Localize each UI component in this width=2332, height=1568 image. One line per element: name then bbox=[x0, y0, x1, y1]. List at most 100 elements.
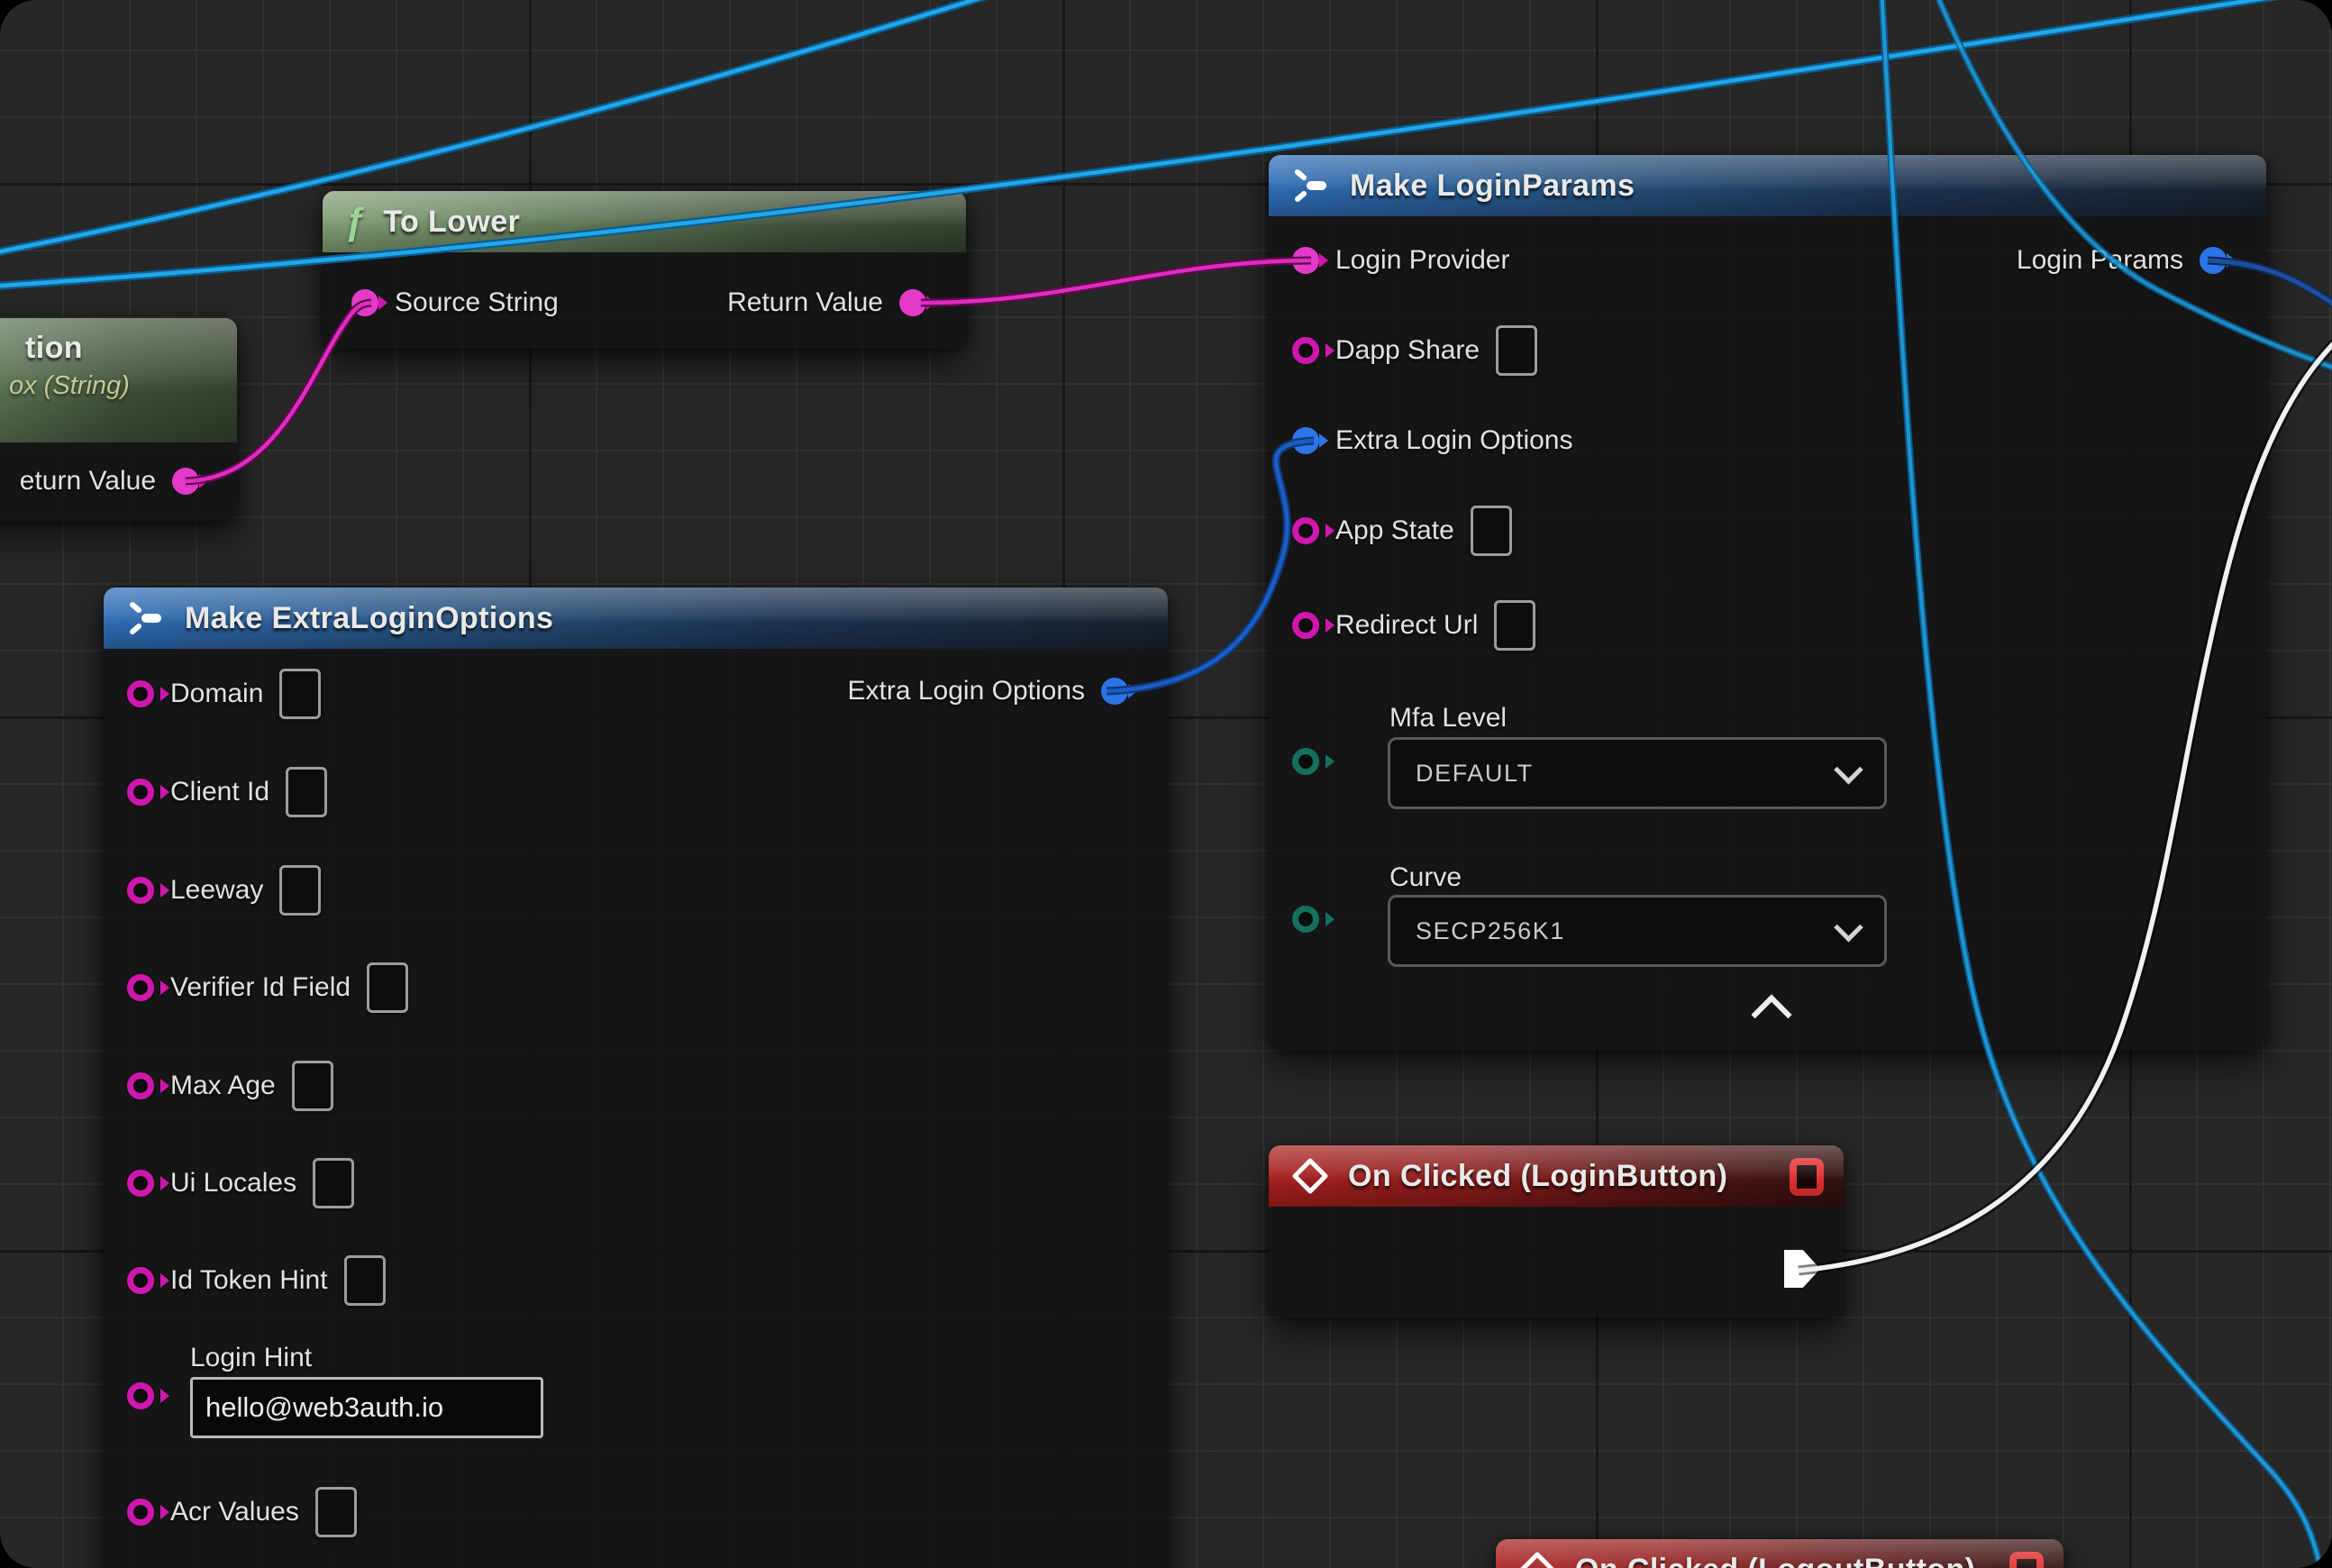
pin-label: Login Params bbox=[2017, 245, 2183, 276]
value-box[interactable] bbox=[344, 1255, 386, 1306]
exec-output-pin[interactable] bbox=[1784, 1250, 1820, 1288]
function-f-icon: ƒ bbox=[344, 203, 365, 241]
node-header[interactable]: ƒ To Lower bbox=[323, 191, 966, 252]
node-on-clicked-login-button[interactable]: On Clicked (LoginButton) bbox=[1269, 1145, 1844, 1317]
event-diamond-icon bbox=[1290, 1156, 1330, 1196]
pin-row-ui-locales: Ui Locales bbox=[127, 1156, 354, 1210]
value-box[interactable] bbox=[313, 1158, 354, 1208]
pin-row-return-value: eturn Value bbox=[20, 454, 199, 508]
pin-label: Dapp Share bbox=[1335, 335, 1480, 366]
node-get-selected-option[interactable]: tion ox (String) eturn Value bbox=[0, 318, 237, 521]
pin-row-domain: Domain bbox=[127, 667, 321, 721]
value-box[interactable] bbox=[1494, 600, 1535, 651]
node-subtitle-fragment: ox (String) bbox=[0, 371, 130, 401]
node-header[interactable]: Make ExtraLoginOptions bbox=[104, 588, 1168, 649]
string-input-pin[interactable] bbox=[127, 1382, 154, 1409]
pin-row-extra-login-options-in: Extra Login Options bbox=[1292, 414, 1572, 468]
string-input-pin[interactable] bbox=[351, 289, 378, 316]
value-box[interactable] bbox=[1496, 325, 1537, 376]
pin-label: Id Token Hint bbox=[170, 1265, 328, 1296]
chevron-down-icon bbox=[1834, 754, 1863, 784]
wire-string-tolower-to-provider bbox=[921, 260, 1311, 303]
string-input-pin[interactable] bbox=[127, 877, 154, 904]
node-title: Make ExtraLoginOptions bbox=[185, 601, 553, 636]
pin-label: Verifier Id Field bbox=[170, 972, 351, 1003]
pin-label: Source String bbox=[395, 287, 559, 318]
node-make-login-params[interactable]: Make LoginParams Login Provider Dapp Sha… bbox=[1269, 155, 2266, 1050]
pin-label: Client Id bbox=[170, 777, 269, 807]
object-output-pin[interactable] bbox=[1101, 678, 1128, 705]
pin-row-max-age: Max Age bbox=[127, 1059, 333, 1113]
node-header[interactable]: On Clicked (LogoutButton) bbox=[1496, 1539, 2063, 1568]
value-box[interactable] bbox=[286, 767, 327, 817]
string-input-pin[interactable] bbox=[1292, 517, 1319, 544]
curve-dropdown[interactable]: SECP256K1 bbox=[1388, 895, 1887, 967]
pin-label: Extra Login Options bbox=[848, 676, 1085, 707]
value-box[interactable] bbox=[279, 669, 321, 719]
pin-label: Acr Values bbox=[170, 1497, 299, 1527]
node-to-lower[interactable]: ƒ To Lower Source String Return Value bbox=[323, 191, 966, 349]
string-input-pin[interactable] bbox=[127, 1267, 154, 1294]
pin-row-extra-login-options-out: Extra Login Options bbox=[848, 664, 1128, 718]
make-struct-icon bbox=[125, 600, 167, 636]
string-output-pin[interactable] bbox=[172, 468, 199, 495]
value-box[interactable] bbox=[367, 962, 408, 1013]
value-box[interactable] bbox=[315, 1487, 357, 1537]
string-input-pin[interactable] bbox=[127, 974, 154, 1001]
string-input-pin[interactable] bbox=[127, 779, 154, 806]
pin-row-app-state: App State bbox=[1292, 504, 1512, 558]
pin-label: Redirect Url bbox=[1335, 610, 1478, 641]
string-input-pin[interactable] bbox=[1292, 247, 1319, 274]
pin-label: Leeway bbox=[170, 875, 263, 906]
pin-row-redirect-url: Redirect Url bbox=[1292, 598, 1535, 652]
collapse-node-button[interactable] bbox=[1751, 994, 1791, 1035]
login-hint-value: hello@web3auth.io bbox=[205, 1391, 443, 1424]
pin-row-login-params-out: Login Params bbox=[2017, 233, 2227, 287]
node-title: On Clicked (LoginButton) bbox=[1348, 1159, 1727, 1194]
pin-row-dapp-share: Dapp Share bbox=[1292, 324, 1537, 378]
event-diamond-icon bbox=[1517, 1550, 1557, 1568]
pin-label: Domain bbox=[170, 679, 263, 709]
pin-label: Max Age bbox=[170, 1071, 276, 1101]
value-box[interactable] bbox=[292, 1061, 333, 1111]
pin-label: Extra Login Options bbox=[1335, 425, 1572, 456]
string-input-pin[interactable] bbox=[127, 680, 154, 707]
node-on-clicked-logout-button[interactable]: On Clicked (LogoutButton) bbox=[1496, 1539, 2063, 1568]
bound-event-badge[interactable] bbox=[1790, 1158, 1824, 1196]
bound-event-badge[interactable] bbox=[2009, 1552, 2044, 1568]
string-input-pin[interactable] bbox=[1292, 337, 1319, 364]
pin-row-verifier-id-field: Verifier Id Field bbox=[127, 961, 408, 1015]
make-struct-icon bbox=[1290, 168, 1332, 204]
node-title: Make LoginParams bbox=[1350, 169, 1635, 204]
node-title-fragment: tion bbox=[0, 331, 83, 366]
chevron-down-icon bbox=[1834, 912, 1863, 942]
object-input-pin[interactable] bbox=[1292, 427, 1319, 454]
value-box[interactable] bbox=[1471, 506, 1512, 556]
struct-output-pin[interactable] bbox=[2200, 247, 2227, 274]
pin-label: Ui Locales bbox=[170, 1168, 296, 1199]
node-header[interactable]: On Clicked (LoginButton) bbox=[1269, 1145, 1844, 1207]
mfa-level-dropdown[interactable]: DEFAULT bbox=[1388, 737, 1887, 809]
node-header[interactable]: Make LoginParams bbox=[1269, 155, 2266, 216]
login-hint-input[interactable]: hello@web3auth.io bbox=[190, 1377, 543, 1438]
pin-row-acr-values: Acr Values bbox=[127, 1485, 357, 1539]
string-output-pin[interactable] bbox=[899, 289, 926, 316]
node-make-extra-login-options[interactable]: Make ExtraLoginOptions Domain Client Id … bbox=[104, 588, 1168, 1568]
node-title: On Clicked (LogoutButton) bbox=[1575, 1553, 1975, 1568]
mfa-level-value: DEFAULT bbox=[1416, 760, 1534, 788]
string-input-pin[interactable] bbox=[127, 1072, 154, 1099]
enum-input-pin[interactable] bbox=[1292, 906, 1319, 933]
string-input-pin[interactable] bbox=[127, 1499, 154, 1526]
pin-label: Login Provider bbox=[1335, 245, 1509, 276]
pin-label: Return Value bbox=[727, 287, 883, 318]
enum-input-pin[interactable] bbox=[1292, 748, 1319, 775]
pin-row-leeway: Leeway bbox=[127, 863, 321, 917]
string-input-pin[interactable] bbox=[1292, 612, 1319, 639]
value-box[interactable] bbox=[279, 865, 321, 916]
node-header[interactable]: tion ox (String) bbox=[0, 318, 237, 442]
login-hint-label: Login Hint bbox=[190, 1343, 312, 1373]
pin-label: App State bbox=[1335, 515, 1454, 546]
string-input-pin[interactable] bbox=[127, 1170, 154, 1197]
blueprint-graph-canvas[interactable]: tion ox (String) eturn Value ƒ To Lower … bbox=[0, 0, 2332, 1568]
node-title: To Lower bbox=[383, 205, 520, 240]
